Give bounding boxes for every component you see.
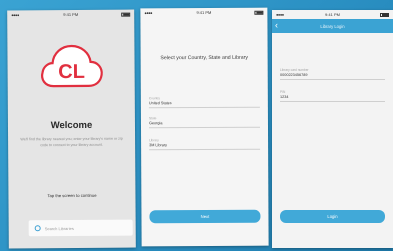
chevron-left-icon[interactable]: ‹ [275, 20, 278, 30]
status-time: 9:41 PM [325, 12, 340, 17]
pin-value: 1234 [280, 95, 289, 99]
state-field[interactable]: State Georgia [148, 116, 261, 128]
card-number-value: 0000223456789 [280, 73, 308, 77]
battery-icon [121, 12, 131, 17]
divider [149, 148, 261, 150]
library-value: 3M Library [149, 143, 168, 148]
welcome-title: Welcome [50, 119, 93, 132]
status-bar: ●●●● 9:41 PM [140, 8, 267, 18]
country-label: Country [148, 96, 161, 101]
state-label: State [148, 116, 157, 121]
status-bar: ●●●● 9:41 PM [7, 10, 134, 20]
library-label: Library [149, 138, 159, 143]
next-button[interactable]: Next [149, 209, 261, 224]
divider [280, 101, 385, 102]
search-placeholder: Search Libraries [44, 225, 74, 231]
pin-label: PIN [280, 90, 286, 94]
battery-icon [254, 10, 264, 15]
state-value: Georgia [148, 121, 163, 126]
nav-title: Library Login [320, 23, 345, 29]
divider [148, 106, 260, 108]
search-icon [34, 225, 41, 232]
status-time: 9:41 PM [196, 9, 212, 16]
cloudlibrary-logo: CL [41, 44, 103, 88]
card-number-field[interactable]: Library card number 0000223456789 [280, 68, 385, 80]
country-field[interactable]: Country United States [149, 96, 260, 108]
divider [280, 79, 385, 80]
country-value: United States [148, 101, 172, 106]
library-login-screen: ●●●● 9:41 PM ‹ Library Login Library car… [272, 10, 393, 248]
select-title: Select your Country, State and Library [160, 54, 248, 62]
library-field[interactable]: Library 3M Library [149, 138, 261, 150]
pin-field[interactable]: PIN 1234 [280, 90, 385, 102]
status-time: 9:41 PM [63, 11, 79, 18]
card-number-label: Library card number [280, 68, 309, 72]
logo-text: CL [58, 61, 85, 83]
welcome-screen: ●●●● 9:41 PM CL Welcome We’ll find the l… [7, 9, 136, 249]
divider [149, 126, 261, 128]
login-button[interactable]: Login [280, 210, 385, 223]
welcome-description: We’ll find the library nearest you; ente… [20, 136, 123, 148]
tap-to-continue[interactable]: Tap the screen to continue [8, 193, 135, 199]
select-library-screen: ●●●● 9:41 PM Select your Country, State … [140, 7, 269, 247]
nav-bar: ‹ Library Login [272, 19, 393, 33]
status-bar: ●●●● 9:41 PM [272, 10, 393, 19]
battery-icon [380, 12, 389, 17]
library-search-input[interactable]: Search Libraries [28, 219, 133, 237]
